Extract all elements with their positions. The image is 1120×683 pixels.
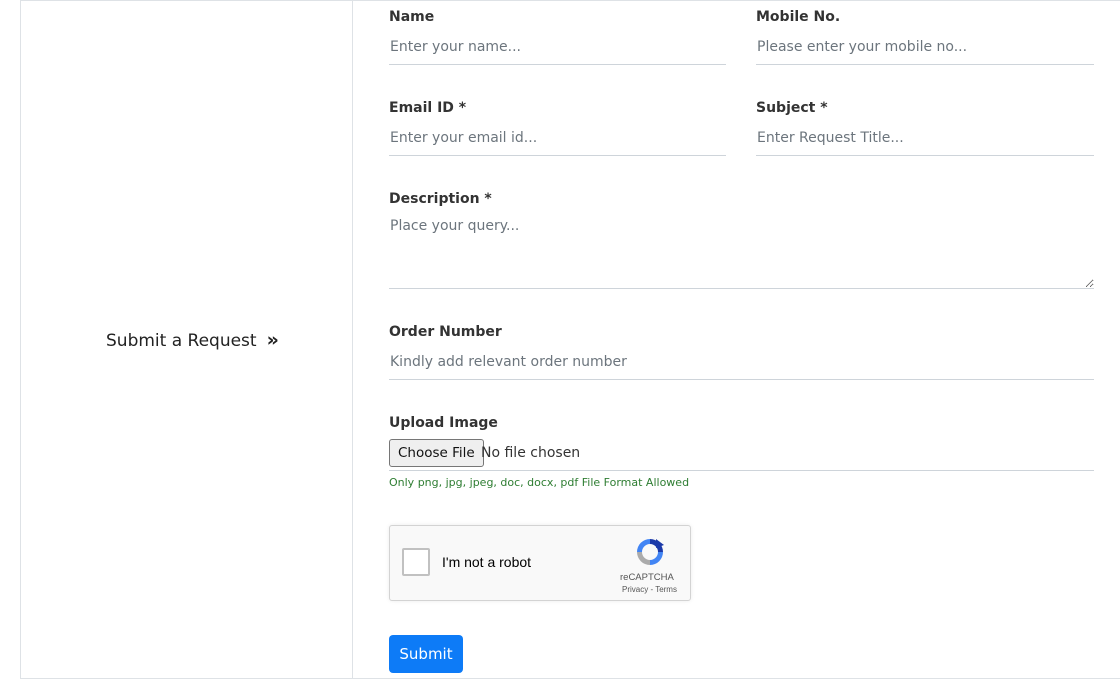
file-format-hint: Only png, jpg, jpeg, doc, docx, pdf File…	[389, 476, 690, 489]
recaptcha-brand: reCAPTCHA	[620, 572, 674, 583]
name-input[interactable]	[389, 29, 726, 65]
description-textarea[interactable]	[389, 213, 1094, 289]
recaptcha-label: I'm not a robot	[442, 554, 532, 570]
name-label: Name	[389, 9, 435, 25]
choose-file-button[interactable]: Choose File	[389, 439, 484, 467]
double-chevron-right-icon: »	[266, 329, 279, 351]
description-label: Description *	[389, 191, 492, 207]
email-label: Email ID *	[389, 100, 467, 116]
order-number-label: Order Number	[389, 324, 502, 340]
recaptcha-logo-icon	[637, 539, 664, 565]
upload-image-label: Upload Image	[389, 415, 498, 431]
submit-request-title: Submit a Request	[106, 331, 257, 351]
submit-button[interactable]: Submit	[389, 635, 463, 673]
email-input[interactable]	[389, 120, 726, 156]
mobile-input[interactable]	[756, 29, 1094, 65]
recaptcha-widget: I'm not a robot reCAPTCHA Privacy - Term…	[389, 525, 691, 601]
submit-request-heading: Submit a Request »	[106, 329, 279, 351]
mobile-label: Mobile No.	[756, 9, 841, 25]
subject-label: Subject *	[756, 100, 828, 116]
subject-input[interactable]	[756, 120, 1094, 156]
recaptcha-privacy-terms-links[interactable]: Privacy - Terms	[622, 585, 677, 594]
order-number-input[interactable]	[389, 344, 1094, 380]
file-status-text: No file chosen	[481, 445, 581, 461]
recaptcha-checkbox[interactable]	[402, 548, 430, 576]
left-panel: Submit a Request »	[20, 0, 353, 679]
file-upload-field[interactable]: Choose File No file chosen	[389, 438, 1094, 471]
